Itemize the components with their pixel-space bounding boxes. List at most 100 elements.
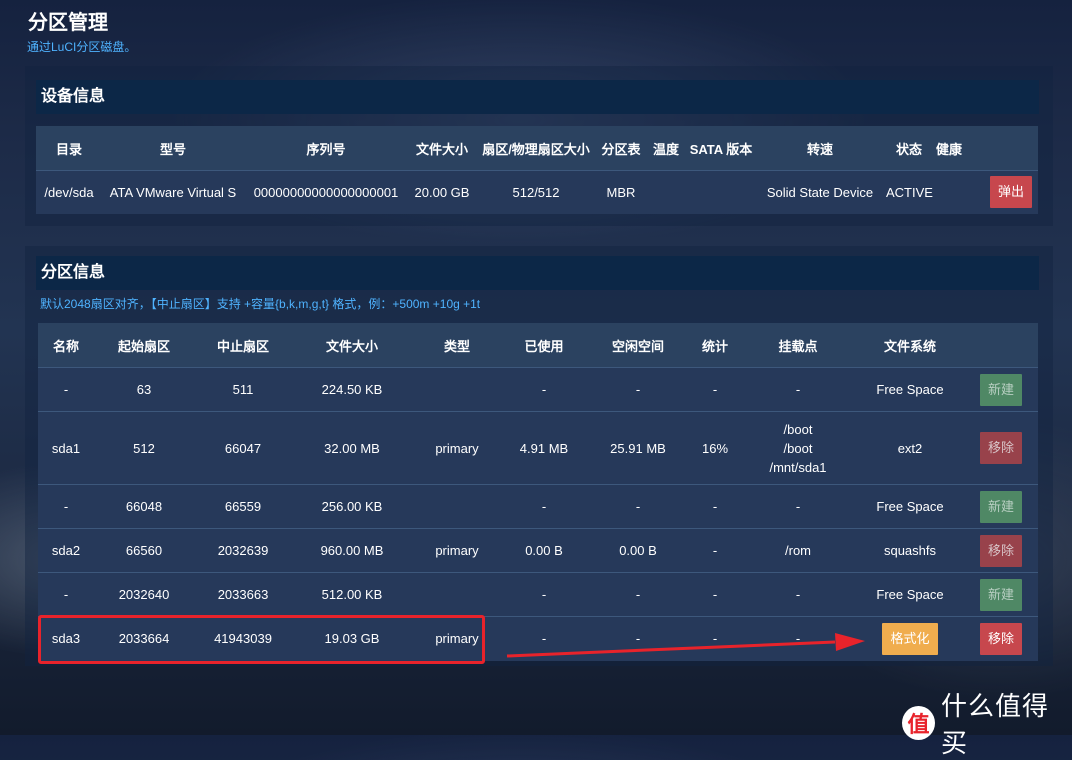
partition-start: 66048: [94, 484, 194, 529]
col-usage: 统计: [690, 323, 740, 368]
partition-size: 512.00 KB: [292, 572, 412, 617]
partition-action-cell: 移除: [964, 616, 1038, 661]
partition-end: 2033663: [194, 572, 292, 617]
partition-filesystem: squashfs: [856, 528, 964, 573]
col-action: [964, 323, 1038, 368]
partition-usage: 16%: [690, 411, 740, 485]
device-sata-version: [686, 170, 756, 214]
partition-start: 2032640: [94, 572, 194, 617]
col-free-space: 空闲空间: [586, 323, 690, 368]
partition-free: 25.91 MB: [586, 411, 690, 485]
col-rotation: 转速: [756, 126, 884, 171]
partition-end: 66047: [194, 411, 292, 485]
remove-partition-button[interactable]: 移除: [980, 534, 1022, 567]
device-rotation: Solid State Device: [756, 170, 884, 214]
col-status: 状态: [884, 126, 934, 171]
new-partition-button[interactable]: 新建: [980, 490, 1022, 523]
col-name: 名称: [38, 323, 94, 368]
device-health: 弹出: [934, 170, 1038, 214]
partition-name: sda1: [38, 411, 94, 485]
partition-type: [412, 572, 502, 617]
col-partition-table: 分区表: [596, 126, 646, 171]
partition-usage: -: [690, 572, 740, 617]
partition-filesystem: Free Space: [856, 572, 964, 617]
partition-mount: -: [740, 484, 856, 529]
partition-start: 66560: [94, 528, 194, 573]
partition-action-cell: 新建: [964, 367, 1038, 412]
eject-button[interactable]: 弹出: [990, 176, 1032, 209]
col-mount-point: 挂载点: [740, 323, 856, 368]
col-serial: 序列号: [244, 126, 408, 171]
partition-hint: 默认2048扇区对齐，【中止扇区】支持 +容量{b,k,m,g,t} 格式，例：…: [40, 297, 481, 311]
table-row: - 2032640 2033663 512.00 KB - - - - Free…: [38, 572, 1038, 617]
partition-used: 4.91 MB: [502, 411, 586, 485]
watermark-text: 什么值得买: [940, 691, 1049, 758]
device-serial: 00000000000000000001: [244, 170, 408, 214]
partition-filesystem: Free Space: [856, 367, 964, 412]
partition-type: primary: [412, 411, 502, 485]
partition-type: [412, 367, 502, 412]
device-info-title: 设备信息: [36, 80, 1039, 114]
partition-mount: /boot /boot /mnt/sda1: [740, 411, 856, 485]
format-button[interactable]: 格式化: [882, 622, 938, 655]
partition-type: primary: [412, 528, 502, 573]
device-temperature: [646, 170, 686, 214]
partition-type: [412, 484, 502, 529]
remove-partition-button[interactable]: 移除: [980, 622, 1022, 655]
arrow-icon: [506, 633, 865, 658]
partition-start: 63: [94, 367, 194, 412]
table-row: - 63 511 224.50 KB - - - - Free Space 新建: [38, 367, 1038, 412]
partition-used: -: [502, 572, 586, 617]
partition-size: 224.50 KB: [292, 367, 412, 412]
col-sector-size: 扇区/物理扇区大小: [476, 126, 596, 171]
mount-point: /boot: [783, 440, 813, 456]
partition-filesystem: 格式化: [856, 616, 964, 661]
device-status: ACTIVE: [884, 170, 934, 214]
partition-action-cell: 新建: [964, 484, 1038, 529]
col-sata-version: SATA 版本: [686, 126, 756, 171]
col-size: 文件大小: [408, 126, 476, 171]
partition-name: -: [38, 484, 94, 529]
partition-usage: -: [690, 367, 740, 412]
partition-end: 2032639: [194, 528, 292, 573]
partition-free: -: [586, 572, 690, 617]
page-title: 分区管理: [28, 12, 108, 34]
new-partition-button[interactable]: 新建: [980, 578, 1022, 611]
remove-partition-button[interactable]: 移除: [980, 432, 1022, 464]
page-description: 通过LuCI分区磁盘。: [27, 40, 137, 54]
table-row: - 66048 66559 256.00 KB - - - - Free Spa…: [38, 484, 1038, 529]
partition-size: 256.00 KB: [292, 484, 412, 529]
device-size: 20.00 GB: [408, 170, 476, 214]
partition-name: sda2: [38, 528, 94, 573]
partition-end: 66559: [194, 484, 292, 529]
col-directory: 目录: [36, 126, 102, 171]
partition-name: -: [38, 572, 94, 617]
col-end-sector: 中止扇区: [194, 323, 292, 368]
device-model: ATA VMware Virtual S: [102, 170, 244, 214]
partition-start: 512: [94, 411, 194, 485]
col-health: 健康: [934, 126, 1038, 171]
col-start-sector: 起始扇区: [94, 323, 194, 368]
device-path: /dev/sda: [36, 170, 102, 214]
partition-free: -: [586, 484, 690, 529]
partition-used: -: [502, 484, 586, 529]
col-filesystem: 文件系统: [856, 323, 964, 368]
partition-mount: /rom: [740, 528, 856, 573]
partition-name: -: [38, 367, 94, 412]
partition-free: 0.00 B: [586, 528, 690, 573]
partition-mount: -: [740, 367, 856, 412]
device-partition-table: MBR: [596, 170, 646, 214]
watermark: 值 什么值得买: [902, 686, 1072, 760]
partition-filesystem: ext2: [856, 411, 964, 485]
new-partition-button[interactable]: 新建: [980, 373, 1022, 406]
col-file-size: 文件大小: [292, 323, 412, 368]
partition-info-title: 分区信息: [36, 256, 1039, 290]
highlight-box: [38, 615, 485, 664]
partition-usage: -: [690, 484, 740, 529]
device-row: /dev/sda ATA VMware Virtual S 0000000000…: [36, 170, 1038, 214]
col-temperature: 温度: [646, 126, 686, 171]
col-model: 型号: [102, 126, 244, 171]
device-table: 目录 型号 序列号 文件大小 扇区/物理扇区大小 分区表 温度 SATA 版本 …: [36, 126, 1038, 214]
partition-mount: -: [740, 572, 856, 617]
partition-size: 960.00 MB: [292, 528, 412, 573]
